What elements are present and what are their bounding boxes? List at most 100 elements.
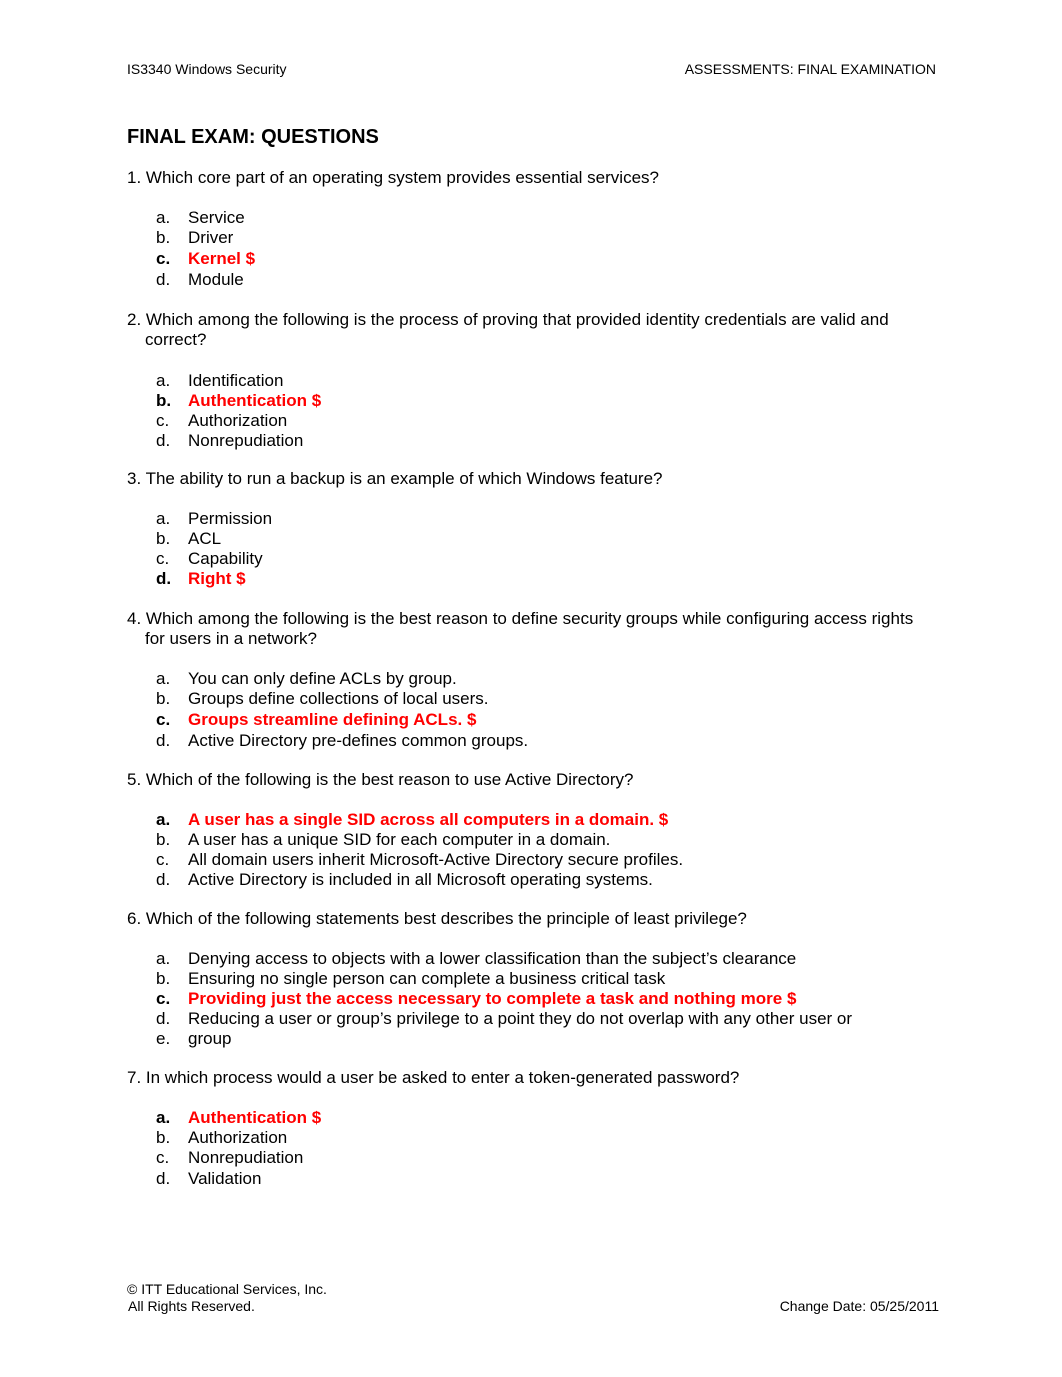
option-label: d. [156, 1009, 171, 1028]
option-text: Authorization [188, 1128, 288, 1147]
option: d. Reducing a user or group’s privilege t… [127, 1009, 917, 1029]
option-label: b. [156, 391, 172, 410]
option-text: group [188, 1029, 232, 1048]
option-text-correct: Right $ [188, 569, 246, 588]
option-label: c. [156, 850, 170, 869]
option-label: a. [156, 949, 171, 968]
option-label: a. [156, 669, 171, 688]
options-list: a. Denying access to objects with a lower… [127, 949, 917, 1049]
option-label: e. [156, 1029, 171, 1048]
option-text-correct: Kernel $ [188, 249, 256, 268]
option-label: d. [156, 569, 172, 588]
option-label: d. [156, 431, 171, 450]
question-5: 5. Which of the following is the best re… [127, 770, 917, 890]
question-6: 6. Which of the following statements bes… [127, 909, 917, 1049]
option: c. Authorization [127, 411, 917, 431]
option-correct: c. Kernel $ [127, 248, 917, 270]
option-text-correct: Authentication $ [188, 1108, 322, 1127]
question-1: 1. Which core part of an operating syste… [127, 168, 917, 290]
option-text: Capability [188, 549, 263, 568]
option-label: c. [156, 549, 170, 568]
options-list: a. Permission b. ACL c. Capability d. Right … [127, 509, 917, 589]
option-text-correct: Authentication $ [188, 391, 322, 410]
option-correct: c. Providing just the access necessary to… [127, 989, 917, 1009]
option-label: b. [156, 529, 171, 548]
option: c. Capability [127, 549, 917, 569]
options-list: a. Authentication $ b. Authorization c. Non… [127, 1108, 917, 1190]
option-label: a. [156, 1108, 171, 1127]
option: b. Authorization [127, 1128, 917, 1148]
option-text: Validation [188, 1169, 262, 1188]
footer-copyright: © ITT Educational Services, Inc. [127, 1281, 327, 1297]
option-text: Identification [188, 371, 284, 390]
option-correct: d. Right $ [127, 569, 917, 589]
page-title: FINAL EXAM: QUESTIONS [127, 126, 379, 148]
header-section: ASSESSMENTS: FINAL EXAMINATION [684, 61, 936, 77]
option-text: Permission [188, 509, 273, 528]
footer-rights: All Rights Reserved. [128, 1298, 255, 1314]
options-list: a. A user has a single SID across all com… [127, 810, 917, 890]
option: b. Ensuring no single person can complete… [127, 969, 917, 989]
question-3: 3. The ability to run a backup is an exa… [127, 469, 917, 589]
option-text: Nonrepudiation [188, 431, 304, 450]
option-label: b. [156, 969, 171, 988]
option-label: a. [156, 810, 171, 829]
option-text: Driver [188, 228, 234, 247]
option-text: Ensuring no single person can complete a… [188, 969, 666, 988]
options-list: a. You can only define ACLs by group. b. G… [127, 669, 917, 751]
option-text: Denying access to objects with a lower c… [188, 949, 797, 968]
option: d. Nonrepudiation [127, 431, 917, 451]
header-course: IS3340 Windows Security [127, 61, 287, 77]
option-label: b. [156, 228, 171, 247]
option: e. group [127, 1029, 917, 1049]
option-text: Reducing a user or group’s privilege to … [188, 1009, 853, 1028]
option: a. Denying access to objects with a lower… [127, 949, 917, 969]
option-text-correct: A user has a single SID across all compu… [188, 810, 669, 829]
option: c. All domain users inherit Microsoft-Act… [127, 850, 917, 870]
option-label: a. [156, 509, 171, 528]
option: b. Driver [127, 228, 917, 248]
question-text: 3. The ability to run a backup is an exa… [127, 469, 663, 488]
option-text: Authorization [188, 411, 288, 430]
question-2: 2. Which among the following is the proc… [127, 310, 917, 451]
option-label: c. [156, 710, 171, 729]
option: a. You can only define ACLs by group. [127, 669, 917, 689]
question-text: 7. In which process would a user be aske… [127, 1068, 740, 1087]
option-text-correct: Groups streamline defining ACLs. $ [188, 710, 477, 729]
option-label: c. [156, 1148, 170, 1167]
option-text: All domain users inherit Microsoft-Activ… [188, 850, 684, 869]
question-text: 5. Which of the following is the best re… [127, 770, 634, 789]
option-label: b. [156, 1128, 171, 1147]
option-text: Module [188, 270, 244, 289]
option-label: d. [156, 1169, 171, 1188]
question-7: 7. In which process would a user be aske… [127, 1068, 917, 1190]
option-text: Groups define collections of local users… [188, 689, 489, 708]
option-label: a. [156, 208, 171, 227]
option-text: Active Directory pre-defines common grou… [188, 731, 529, 750]
option-label: d. [156, 270, 171, 289]
option-label: d. [156, 731, 171, 750]
option-text: ACL [188, 529, 222, 548]
question-text: 1. Which core part of an operating syste… [127, 168, 659, 187]
option-label: c. [156, 249, 171, 268]
question-text: 2. Which among the following is the proc… [127, 310, 889, 349]
options-list: a. Identification b. Authentication $ c. Au… [127, 371, 917, 451]
option-correct: b. Authentication $ [127, 391, 917, 411]
footer-change-date: Change Date: 05/25/2011 [779, 1298, 939, 1314]
option: c. Nonrepudiation [127, 1148, 917, 1168]
option-text: Nonrepudiation [188, 1148, 304, 1167]
option: d. Active Directory pre-defines common gr… [127, 731, 917, 751]
option: a. Permission [127, 509, 917, 529]
option: a. Service [127, 208, 917, 228]
option-text: Active Directory is included in all Micr… [188, 870, 653, 889]
option: b. A user has a unique SID for each compu… [127, 830, 917, 850]
option-label: c. [156, 989, 171, 1008]
option: d. Module [127, 270, 917, 290]
option: d. Validation [127, 1168, 917, 1190]
option-label: c. [156, 411, 170, 430]
option-label: d. [156, 870, 171, 889]
option-text-correct: Providing just the access necessary to c… [188, 989, 797, 1008]
option-text: A user has a unique SID for each compute… [188, 830, 611, 849]
option: b. ACL [127, 529, 917, 549]
option: d. Active Directory is included in all Mi… [127, 870, 917, 890]
